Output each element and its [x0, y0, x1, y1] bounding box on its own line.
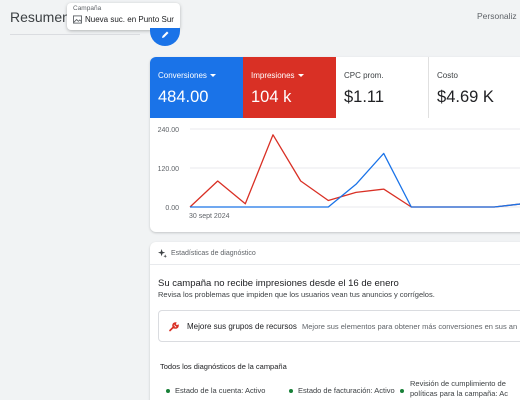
personalize-link[interactable]: Personaliz [477, 11, 517, 21]
status-policy-line-1: Revisión de cumplimiento de [410, 379, 506, 388]
caret-down-icon [209, 74, 216, 77]
pencil-icon [162, 31, 169, 38]
diagnostics-header-label: Estadísticas de diagnóstico [171, 250, 256, 257]
edit-fab[interactable] [150, 28, 180, 46]
campaign-selector-caption: Campaña [73, 5, 102, 12]
y-tick-label: 120.00 [158, 166, 180, 173]
campaign-name: Nueva suc. en Punto Sur [85, 15, 174, 24]
metric-impressions[interactable]: Impresiones 104 k [242, 57, 336, 118]
status-billing: Estado de facturación: Activo [289, 386, 395, 395]
all-diagnostics-heading: Todos los diagnósticos de la campaña [160, 362, 287, 371]
status-policy: Revisión de cumplimiento de políticas pa… [400, 379, 508, 399]
status-account: Estado de la cuenta: Activo [166, 386, 265, 395]
metric-cost-value: $4.69 K [437, 88, 494, 106]
status-policy-line-2: políticas para la campaña: Ac [410, 389, 508, 398]
diagnostics-subtitle: Revisa los problemas que impiden que los… [158, 290, 435, 299]
caret-down-icon [297, 74, 304, 77]
metric-conversions-label: Conversiones [158, 71, 207, 80]
status-ok-dot [289, 388, 293, 393]
campaign-selector-value-row: Nueva suc. en Punto Sur [73, 15, 174, 24]
metric-avg-cpc-value: $1.11 [343, 88, 385, 106]
metric-cost[interactable]: Costo $4.69 K [429, 57, 520, 118]
campaign-selector[interactable]: Campaña Nueva suc. en Punto Sur [67, 3, 180, 30]
metric-avg-cpc-label: CPC prom. [343, 71, 384, 80]
metric-conversions[interactable]: Conversiones 484.00 [150, 57, 243, 118]
metric-avg-cpc[interactable]: CPC prom. $1.11 [336, 57, 430, 118]
diagnostics-divider [150, 264, 520, 265]
metric-impressions-value: 104 k [250, 88, 292, 106]
metric-cost-label: Costo [437, 71, 458, 80]
sparkle-icon [158, 249, 167, 258]
x-start-label: 30 sept 2024 [189, 213, 230, 220]
metric-conversions-value: 484.00 [158, 88, 209, 106]
metrics-row: Conversiones 484.00 Impresiones 104 k CP… [150, 57, 520, 118]
series-line-impressions [189, 134, 520, 208]
status-account-label: Estado de la cuenta: Activo [175, 386, 266, 395]
performance-card: Conversiones 484.00 Impresiones 104 k CP… [150, 57, 520, 232]
y-tick-label: 240.00 [158, 127, 180, 134]
recommendation-card[interactable]: Mejore sus grupos de recursos Mejore sus… [158, 310, 520, 342]
status-ok-dot [166, 388, 170, 393]
diagnostics-header: Estadísticas de diagnóstico [158, 249, 256, 258]
metric-impressions-label-row: Impresiones [251, 71, 328, 80]
performance-chart: 240.00 120.00 0.00 30 sept 2024 [158, 127, 520, 220]
metric-conversions-label-row: Conversiones [158, 71, 235, 80]
status-ok-dot [400, 389, 404, 393]
wrench-icon [169, 322, 179, 332]
diagnostics-title: Su campaña no recibe impresiones desde e… [158, 278, 399, 289]
diagnostics-card: Estadísticas de diagnóstico Su campaña n… [150, 242, 520, 400]
y-tick-label: 0.00 [165, 205, 179, 212]
page-title: Resumen [10, 9, 70, 25]
status-billing-label: Estado de facturación: Activo [298, 386, 395, 395]
image-icon [73, 15, 82, 24]
metric-impressions-label: Impresiones [250, 71, 295, 80]
title-divider [10, 34, 140, 35]
recommendation-title: Mejore sus grupos de recursos [187, 322, 297, 331]
recommendation-description: Mejore sus elementos para obtener más co… [302, 322, 518, 331]
